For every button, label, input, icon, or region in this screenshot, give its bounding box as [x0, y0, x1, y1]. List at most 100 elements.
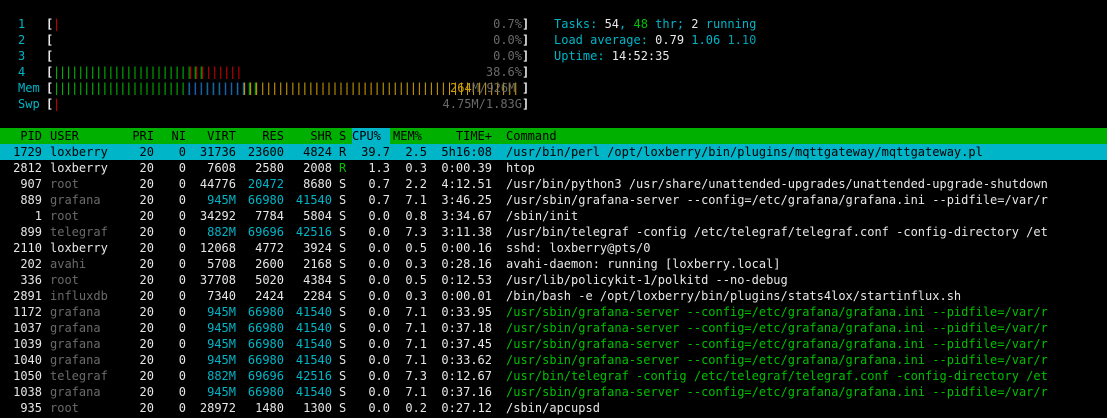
cell-time: 3:11.38 — [441, 225, 492, 239]
table-row[interactable]: 1050 telegraf 20 0 882M 69696 42516 S 0.0 7.3 0:12… — [0, 368, 1107, 384]
cell-shr: 41540 — [295, 337, 332, 351]
cell-pid: 899 — [20, 225, 42, 239]
cell-shr: 41540 — [295, 305, 332, 319]
cell-virt: 945M — [207, 193, 236, 207]
cell-shr: 2008 — [303, 161, 332, 175]
cell-pid: 1729 — [13, 145, 42, 159]
cell-virt: 37708 — [199, 273, 236, 287]
table-row[interactable]: 935 root 20 0 28972 1480 1300 S 0.0 0.2 0:27.12/sb… — [0, 400, 1107, 416]
cell-res: 66980 — [247, 353, 284, 367]
cell-command: /usr/sbin/grafana-server --config=/etc/g… — [506, 193, 1048, 207]
cell-virt: 34292 — [199, 209, 236, 223]
cell-cpu: 0.0 — [368, 337, 390, 351]
table-row[interactable]: 1039 grafana 20 0 945M 66980 41540 S 0.0 7.1 0:37.… — [0, 336, 1107, 352]
cell-pri: 20 — [139, 337, 154, 351]
table-row[interactable]: 336 root 20 0 37708 5020 4384 S 0.0 0.5 0:12.53/us… — [0, 272, 1107, 288]
cell-res: 69696 — [247, 225, 284, 239]
cell-user: telegraf — [50, 225, 108, 239]
tasks-summary: Tasks: 54, 48 thr; 2 running — [554, 17, 757, 31]
table-row[interactable]: 1037 grafana 20 0 945M 66980 41540 S 0.0 7.1 0:37.… — [0, 320, 1107, 336]
cell-user: influxdb — [50, 289, 108, 303]
cell-virt: 945M — [207, 305, 236, 319]
cell-cpu: 0.0 — [368, 257, 390, 271]
cell-mem: 7.1 — [405, 353, 427, 367]
cell-s: S — [339, 289, 347, 303]
process-table-header[interactable]: PID USER PRI NI VIRT RES SHR S CPU% MEM%… — [0, 128, 1107, 144]
cell-pid: 2891 — [13, 289, 42, 303]
cell-cpu: 0.7 — [368, 193, 390, 207]
cell-shr: 2284 — [303, 289, 332, 303]
cell-mem: 7.1 — [405, 321, 427, 335]
table-row[interactable]: 1 root 20 0 34292 7784 5804 S 0.0 0.8 3:34.67/sbin… — [0, 208, 1107, 224]
cell-ni: 0 — [178, 337, 186, 351]
cell-mem: 0.5 — [405, 241, 427, 255]
cell-ni: 0 — [178, 177, 186, 191]
table-row[interactable]: 202 avahi 20 0 5708 2600 2168 S 0.0 0.3 0:28.16 ava… — [0, 256, 1107, 272]
cell-virt: 882M — [207, 225, 236, 239]
cell-pid: 1050 — [13, 369, 42, 383]
cell-virt: 945M — [207, 353, 236, 367]
cell-cpu: 1.3 — [368, 161, 390, 175]
cell-user: grafana — [50, 385, 101, 399]
cell-pid: 2110 — [13, 241, 42, 255]
cell-pid: 1038 — [13, 385, 42, 399]
cpu-meter-3: 3 [ 0.0% ] — [18, 49, 530, 63]
cell-shr: 8680 — [303, 177, 332, 191]
cell-pid: 202 — [20, 257, 42, 271]
cell-shr: 1300 — [303, 401, 332, 415]
cell-time: 3:34.67 — [441, 209, 492, 223]
table-row[interactable]: 907 root 20 0 44776 20472 8680 S 0.7 2.2 4:12.51/u… — [0, 176, 1107, 192]
cell-pid: 336 — [20, 273, 42, 287]
cell-ni: 0 — [178, 321, 186, 335]
table-row[interactable]: 1040 grafana 20 0 945M 66980 41540 S 0.0 7.1 0:33.… — [0, 352, 1107, 368]
cell-shr: 4384 — [303, 273, 332, 287]
cell-pid: 1040 — [13, 353, 42, 367]
cell-cpu: 0.0 — [368, 305, 390, 319]
table-row[interactable]: 899 telegraf 20 0 882M 69696 42516 S 0.0 7.3 3:11.… — [0, 224, 1107, 240]
cell-user: root — [50, 177, 79, 191]
cell-cpu: 0.0 — [368, 289, 390, 303]
cell-time: 0:00.16 — [441, 241, 492, 255]
cell-ni: 0 — [178, 353, 186, 367]
cell-res: 66980 — [247, 385, 284, 399]
cell-command: sshd: loxberry@pts/0 — [506, 241, 651, 255]
cell-shr: 42516 — [295, 369, 332, 383]
cell-cpu: 0.0 — [368, 209, 390, 223]
cell-cpu: 0.0 — [368, 225, 390, 239]
table-row[interactable]: 1172 grafana 20 0 945M 66980 41540 S 0.0 7.1 0:33.… — [0, 304, 1107, 320]
cell-time: 0:12.53 — [441, 273, 492, 287]
cell-pri: 20 — [139, 401, 154, 415]
cell-virt: 7340 — [207, 289, 236, 303]
cell-user: loxberry — [50, 145, 108, 159]
cell-ni: 0 — [178, 209, 186, 223]
cell-virt: 44776 — [199, 177, 236, 191]
cpu-sort-column[interactable]: CPU% — [352, 128, 390, 144]
cell-time: 0:27.12 — [441, 401, 492, 415]
cell-cpu: 0.0 — [368, 385, 390, 399]
cell-command: /usr/sbin/grafana-server --config=/etc/g… — [506, 305, 1048, 319]
cell-s: S — [339, 225, 347, 239]
table-row[interactable]: 889 grafana 20 0 945M 66980 41540 S 0.7 7.1 3:46.2… — [0, 192, 1107, 208]
table-row[interactable]: 1038 grafana 20 0 945M 66980 41540 S 0.0 7.1 0:37.… — [0, 384, 1107, 400]
cell-mem: 7.1 — [405, 385, 427, 399]
cell-s: S — [339, 209, 347, 223]
cell-time: 3:46.25 — [441, 193, 492, 207]
cell-shr: 2168 — [303, 257, 332, 271]
cell-time: 0:00.01 — [441, 289, 492, 303]
cell-pri: 20 — [139, 353, 154, 367]
cell-user: root — [50, 209, 79, 223]
table-row[interactable]: 1729 loxberry 20 0 31736 23600 4824 R 39.7 2.5 5h1… — [0, 144, 1107, 160]
cell-res: 2580 — [255, 161, 284, 175]
table-row[interactable]: 2110 loxberry 20 0 12068 4772 3924 S 0.0 0.5 0:00.… — [0, 240, 1107, 256]
cell-command: /usr/bin/telegraf -config /etc/telegraf/… — [506, 369, 1048, 383]
cell-user: root — [50, 273, 79, 287]
table-row[interactable]: 2891 influxdb 20 0 7340 2424 2284 S 0.0 0.3 0:00.0… — [0, 288, 1107, 304]
cell-user: avahi — [50, 257, 87, 271]
table-row[interactable]: 2812 loxberry 20 0 7608 2580 2008 R 1.3 0.3 0:00.3… — [0, 160, 1107, 176]
cell-time: 0:37.45 — [441, 337, 492, 351]
cell-res: 66980 — [247, 321, 284, 335]
cpu-meter-1: 1 [ | 0.7% ] — [18, 17, 530, 31]
cell-pri: 20 — [139, 369, 154, 383]
cell-shr: 41540 — [295, 193, 332, 207]
cell-user: grafana — [50, 337, 101, 351]
